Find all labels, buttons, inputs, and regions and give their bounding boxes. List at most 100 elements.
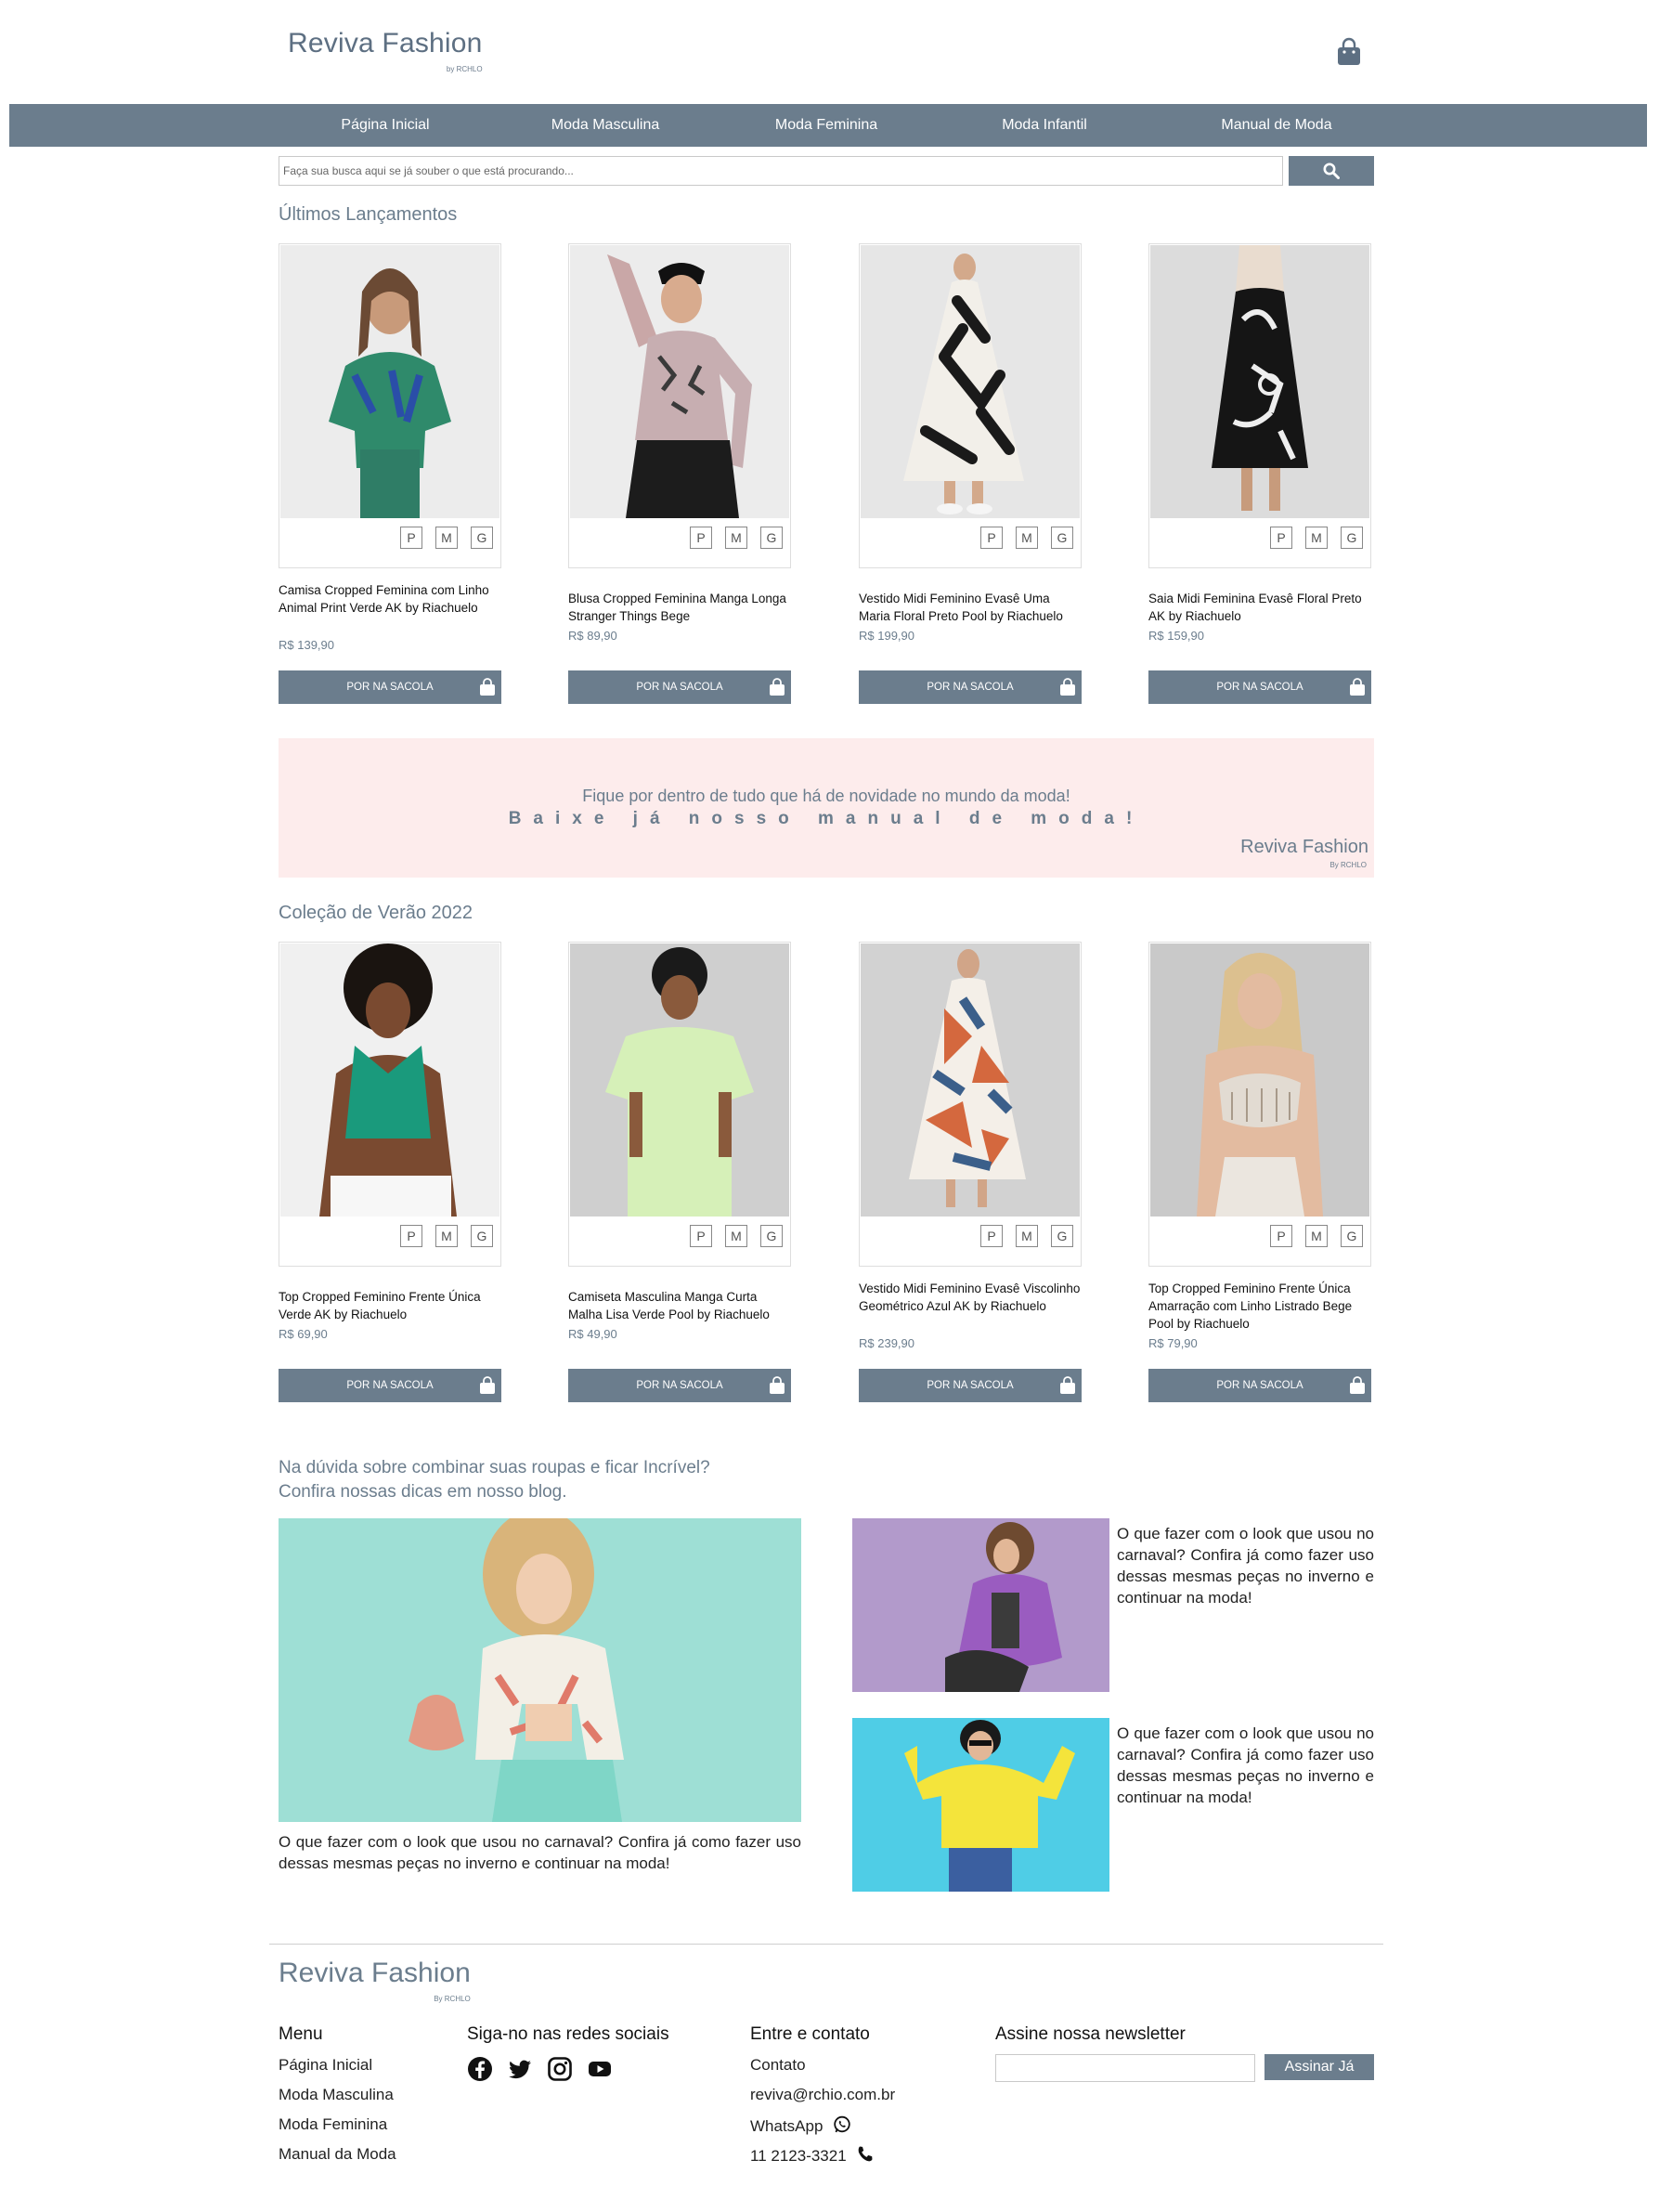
size-g[interactable]: G (760, 527, 783, 549)
size-m[interactable]: M (435, 1225, 458, 1247)
add-to-bag-button[interactable]: POR NA SACOLA (859, 1369, 1082, 1402)
size-options: P M G (690, 527, 783, 549)
add-to-bag-button[interactable]: POR NA SACOLA (1148, 670, 1371, 704)
shopping-bag-icon[interactable] (1335, 37, 1363, 67)
add-to-bag-button[interactable]: POR NA SACOLA (279, 670, 501, 704)
blog-main-image[interactable] (279, 1518, 801, 1822)
size-m[interactable]: M (1305, 527, 1328, 549)
fashion-manual-banner[interactable]: Fique por dentro de tudo que há de novid… (279, 738, 1374, 878)
size-g[interactable]: G (1341, 527, 1363, 549)
newsletter-email-input[interactable] (995, 2054, 1255, 2082)
banner-logo-subtext: By RCHLO (1329, 861, 1367, 869)
size-g[interactable]: G (471, 1225, 493, 1247)
add-to-bag-button[interactable]: POR NA SACOLA (568, 670, 791, 704)
product-name[interactable]: Camiseta Masculina Manga Curta Malha Lis… (568, 1288, 791, 1323)
youtube-icon[interactable] (587, 2056, 613, 2082)
product-name[interactable]: Top Cropped Feminino Frente Única Amarra… (1148, 1280, 1371, 1333)
product-price: R$ 239,90 (859, 1336, 914, 1350)
shopping-bag-icon (480, 1376, 495, 1394)
size-m[interactable]: M (725, 527, 747, 549)
product-name[interactable]: Saia Midi Feminina Evasê Floral Preto AK… (1148, 590, 1371, 625)
product-name[interactable]: Blusa Cropped Feminina Manga Longa Stran… (568, 590, 791, 625)
twitter-icon[interactable] (507, 2056, 533, 2082)
add-to-bag-label: POR NA SACOLA (927, 682, 1014, 693)
product-image[interactable] (280, 943, 499, 1217)
footer-link-pagina-inicial[interactable]: Página Inicial (279, 2056, 372, 2075)
size-m[interactable]: M (1016, 1225, 1038, 1247)
add-to-bag-label: POR NA SACOLA (927, 1380, 1014, 1391)
size-p[interactable]: P (980, 1225, 1003, 1247)
product-name[interactable]: Vestido Midi Feminino Evasê Uma Maria Fl… (859, 590, 1082, 625)
logo-subtext: by RCHLO (446, 65, 483, 73)
blog-post-excerpt[interactable]: O que fazer com o look que usou no carna… (1117, 1723, 1374, 1808)
size-options: P M G (400, 1225, 493, 1247)
nav-item-moda-infantil[interactable]: Moda Infantil (942, 104, 1147, 147)
product-image[interactable] (1150, 943, 1369, 1217)
size-p[interactable]: P (690, 527, 712, 549)
nav-item-moda-masculina[interactable]: Moda Masculina (503, 104, 707, 147)
shopping-bag-icon (480, 678, 495, 696)
blog-post-image[interactable] (852, 1718, 1109, 1892)
shopping-bag-icon (1350, 678, 1365, 696)
product-name[interactable]: Top Cropped Feminino Frente Única Verde … (279, 1288, 501, 1323)
size-g[interactable]: G (1051, 1225, 1073, 1247)
nav-item-manual-de-moda[interactable]: Manual de Moda (1165, 104, 1388, 147)
blog-post-image[interactable] (852, 1518, 1109, 1692)
add-to-bag-button[interactable]: POR NA SACOLA (279, 1369, 501, 1402)
size-m[interactable]: M (1016, 527, 1038, 549)
add-to-bag-button[interactable]: POR NA SACOLA (568, 1369, 791, 1402)
footer-email-link[interactable]: reviva@rchio.com.br (750, 2086, 895, 2104)
footer-link-contato[interactable]: Contato (750, 2056, 806, 2075)
size-p[interactable]: P (1270, 1225, 1292, 1247)
product-image[interactable] (570, 245, 789, 518)
size-options: P M G (980, 527, 1073, 549)
size-m[interactable]: M (435, 527, 458, 549)
size-m[interactable]: M (725, 1225, 747, 1247)
size-p[interactable]: P (400, 527, 422, 549)
site-logo[interactable]: Reviva Fashion by RCHLO (288, 28, 483, 73)
size-g[interactable]: G (1341, 1225, 1363, 1247)
blog-main-excerpt[interactable]: O que fazer com o look que usou no carna… (279, 1831, 801, 1874)
size-g[interactable]: G (760, 1225, 783, 1247)
product-image[interactable] (861, 245, 1080, 518)
shopping-bag-icon (1060, 1376, 1075, 1394)
footer-logo[interactable]: Reviva Fashion By RCHLO (279, 1958, 471, 2003)
size-p[interactable]: P (400, 1225, 422, 1247)
footer-link-moda-masculina[interactable]: Moda Masculina (279, 2086, 394, 2104)
footer-phone-link[interactable]: 11 2123-3321 (750, 2145, 875, 2166)
product-name[interactable]: Vestido Midi Feminino Evasê Viscolinho G… (859, 1280, 1082, 1315)
size-p[interactable]: P (690, 1225, 712, 1247)
product-name[interactable]: Camisa Cropped Feminina com Linho Animal… (279, 581, 501, 617)
nav-item-pagina-inicial[interactable]: Página Inicial (292, 104, 478, 147)
instagram-icon[interactable] (547, 2056, 573, 2082)
size-m[interactable]: M (1305, 1225, 1328, 1247)
banner-headline: Fique por dentro de tudo que há de novid… (582, 787, 1070, 805)
blog-post-excerpt[interactable]: O que fazer com o look que usou no carna… (1117, 1523, 1374, 1608)
nav-item-moda-feminina[interactable]: Moda Feminina (724, 104, 928, 147)
logo-text: Reviva Fashion (288, 28, 483, 59)
footer-link-manual-da-moda[interactable]: Manual da Moda (279, 2145, 396, 2164)
product-frame: P M G (568, 243, 791, 568)
shopping-bag-icon (770, 678, 785, 696)
search-button[interactable] (1289, 156, 1374, 186)
footer-whatsapp-link[interactable]: WhatsApp (750, 2115, 851, 2136)
phone-number: 11 2123-3321 (750, 2147, 847, 2165)
add-to-bag-button[interactable]: POR NA SACOLA (1148, 1369, 1371, 1402)
facebook-icon[interactable] (467, 2056, 493, 2082)
newsletter-subscribe-button[interactable]: Assinar Já (1264, 2054, 1374, 2080)
footer-link-moda-feminina[interactable]: Moda Feminina (279, 2115, 387, 2134)
add-to-bag-button[interactable]: POR NA SACOLA (859, 670, 1082, 704)
size-p[interactable]: P (980, 527, 1003, 549)
product-image[interactable] (280, 245, 499, 518)
size-g[interactable]: G (471, 527, 493, 549)
search-input[interactable] (279, 156, 1283, 186)
size-g[interactable]: G (1051, 527, 1073, 549)
footer-divider (269, 1944, 1383, 1945)
product-price: R$ 89,90 (568, 629, 617, 643)
product-image[interactable] (861, 943, 1080, 1217)
size-options: P M G (1270, 527, 1363, 549)
size-p[interactable]: P (1270, 527, 1292, 549)
size-options: P M G (690, 1225, 783, 1247)
product-image[interactable] (570, 943, 789, 1217)
product-image[interactable] (1150, 245, 1369, 518)
